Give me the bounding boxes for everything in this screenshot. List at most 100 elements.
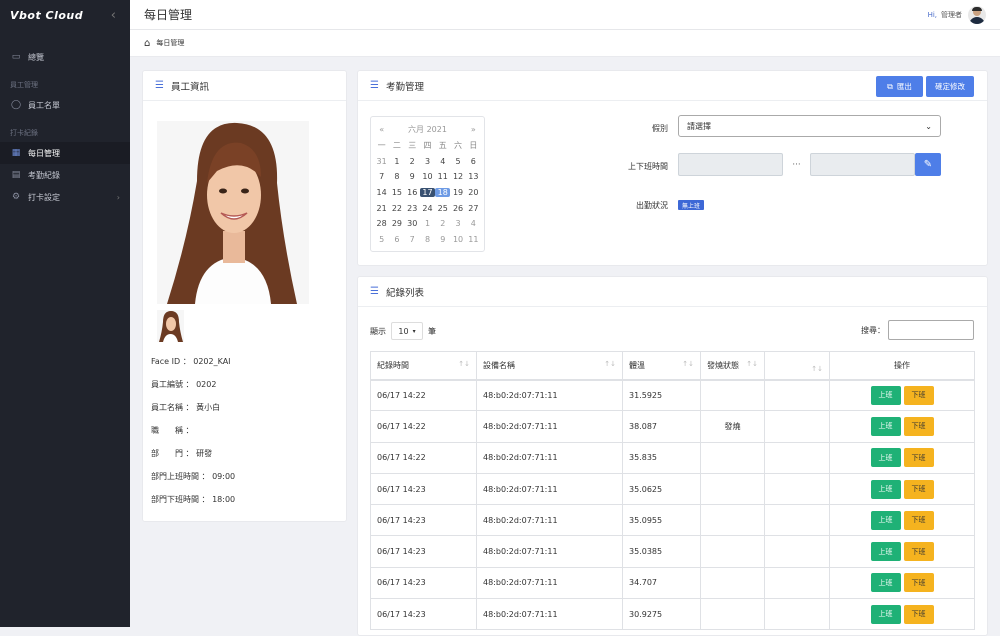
clock-in-button[interactable]: 上班 <box>870 385 901 405</box>
calendar-day[interactable]: 14 <box>374 188 389 197</box>
clock-out-button[interactable]: 下班 <box>903 385 934 405</box>
calendar-day[interactable]: 1 <box>389 157 404 166</box>
avatar[interactable] <box>968 5 986 24</box>
home-icon[interactable]: ⌂ <box>144 38 150 49</box>
pencil-icon[interactable]: ✎ <box>915 153 941 176</box>
clock-in-button[interactable]: 上班 <box>870 448 901 468</box>
user-menu[interactable]: Hi, 管理者 <box>928 5 986 24</box>
clock-in-button[interactable]: 上班 <box>870 479 901 499</box>
calendar-day[interactable]: 25 <box>435 204 450 213</box>
column-header-fever[interactable]: 發燒狀態 ↑↓ <box>700 351 765 381</box>
calendar-day[interactable]: 11 <box>435 172 450 181</box>
calendar-day[interactable]: 10 <box>450 235 465 244</box>
search-input[interactable] <box>888 320 974 340</box>
column-header-time[interactable]: 紀錄時間 ↑↓ <box>370 351 477 381</box>
logo: Vbot Cloud ‹ <box>0 0 130 30</box>
clock-out-button[interactable]: 下班 <box>903 542 934 562</box>
calendar-day[interactable]: 20 <box>466 188 481 197</box>
page-length-select[interactable]: 10 ▾ <box>391 322 423 340</box>
cell-actions: 上班 下班 <box>829 566 975 600</box>
page-length-show: 顯示 <box>370 326 386 336</box>
employee-name: 員工名稱 ： 黃小白 <box>151 403 221 412</box>
calendar-day[interactable]: 6 <box>389 235 404 244</box>
calendar-day[interactable]: 6 <box>466 157 481 166</box>
clock-out-button[interactable]: 下班 <box>903 416 934 436</box>
clock-out-button[interactable]: 下班 <box>903 448 934 468</box>
calendar-day[interactable]: 22 <box>389 204 404 213</box>
calendar-day[interactable]: 2 <box>435 219 450 228</box>
leave-select[interactable]: 請選擇 ⌄ <box>678 115 941 137</box>
calendar-weekday: 二 <box>392 141 401 151</box>
calendar-day[interactable]: 1 <box>420 219 435 228</box>
clock-in-button[interactable]: 上班 <box>870 542 901 562</box>
export-button[interactable]: ⧉ 匯出 <box>876 76 923 97</box>
sidebar-item-employee-list[interactable]: ◯ 員工名單 <box>0 94 130 116</box>
shift-end-input[interactable] <box>810 153 915 176</box>
calendar-day[interactable]: 10 <box>420 172 435 181</box>
sidebar-item-overview[interactable]: ▭ 總覽 <box>0 46 130 68</box>
calendar-day[interactable]: 8 <box>420 235 435 244</box>
calendar-day[interactable]: 24 <box>420 204 435 213</box>
cell-fever <box>700 504 765 537</box>
employee-thumbnail[interactable] <box>157 310 184 342</box>
column-header-blank[interactable]: ↑↓ <box>764 351 830 381</box>
calendar-day[interactable]: 7 <box>405 235 420 244</box>
calendar-day[interactable]: 8 <box>389 172 404 181</box>
calendar-week: 21 22 23 24 25 26 27 <box>374 200 481 216</box>
clock-out-button[interactable]: 下班 <box>903 573 934 593</box>
calendar-day[interactable]: 11 <box>466 235 481 244</box>
calendar-weekday: 三 <box>408 141 417 151</box>
calendar-day[interactable]: 7 <box>374 172 389 181</box>
clock-out-button[interactable]: 下班 <box>903 510 934 530</box>
employee-number: 員工編號 ： 0202 <box>151 380 217 389</box>
clock-out-button[interactable]: 下班 <box>903 604 934 624</box>
collapse-sidebar-icon[interactable]: ‹ <box>111 8 116 23</box>
calendar-day[interactable]: 23 <box>405 204 420 213</box>
calendar-day[interactable]: 4 <box>466 219 481 228</box>
calendar-day[interactable]: 2 <box>405 157 420 166</box>
clock-in-button[interactable]: 上班 <box>870 510 901 530</box>
calendar-day[interactable]: 19 <box>450 188 465 197</box>
shift-start-input[interactable] <box>678 153 783 176</box>
calendar-next[interactable]: » <box>466 125 481 134</box>
calendar-day[interactable]: 9 <box>435 235 450 244</box>
calendar-day[interactable]: 5 <box>450 157 465 166</box>
cell-blank <box>764 566 830 600</box>
clock-in-button[interactable]: 上班 <box>870 573 901 593</box>
sidebar-item-attendance-records[interactable]: ▤ 考勤紀錄 <box>0 164 130 186</box>
calendar-day[interactable]: 30 <box>405 219 420 228</box>
calendar-day[interactable]: 27 <box>466 204 481 213</box>
calendar-day[interactable]: 21 <box>374 204 389 213</box>
clock-in-button[interactable]: 上班 <box>870 604 901 624</box>
cell-device: 48:b0:2d:07:71:11 <box>476 410 623 443</box>
calendar-day[interactable]: 3 <box>450 219 465 228</box>
calendar-day[interactable]: 17 <box>419 188 436 198</box>
calendar-day[interactable]: 15 <box>389 188 404 197</box>
calendar-day[interactable]: 16 <box>405 188 420 197</box>
column-header-device[interactable]: 設備名稱 ↑↓ <box>476 351 623 381</box>
sidebar-item-daily[interactable]: ▦ 每日管理 <box>0 142 130 164</box>
cell-time: 06/17 14:22 <box>370 441 477 474</box>
calendar-day[interactable]: 4 <box>435 157 450 166</box>
calendar-prev[interactable]: « <box>374 125 389 134</box>
cell-blank <box>764 378 830 412</box>
calendar-day[interactable]: 13 <box>466 172 481 181</box>
calendar-day[interactable]: 3 <box>420 157 435 166</box>
calendar-day[interactable]: 18 <box>435 188 451 198</box>
calendar-day[interactable]: 28 <box>374 219 389 228</box>
cell-device: 48:b0:2d:07:71:11 <box>476 472 623 506</box>
calendar-day[interactable]: 29 <box>389 219 404 228</box>
column-header-temperature[interactable]: 體溫 ↑↓ <box>622 351 701 381</box>
calendar-day[interactable]: 26 <box>450 204 465 213</box>
calendar-day[interactable]: 5 <box>374 235 389 244</box>
clock-in-button[interactable]: 上班 <box>870 416 901 436</box>
calendar-day[interactable]: 9 <box>405 172 420 181</box>
calendar-title[interactable]: 六月 2021 <box>389 124 465 135</box>
breadcrumb-current: 每日管理 <box>156 39 185 47</box>
cell-time: 06/17 14:23 <box>370 472 477 506</box>
calendar-day[interactable]: 31 <box>374 157 389 166</box>
sidebar-item-punch-settings[interactable]: ⚙ 打卡設定 › <box>0 186 130 208</box>
clock-out-button[interactable]: 下班 <box>903 479 934 499</box>
calendar-day[interactable]: 12 <box>450 172 465 181</box>
confirm-edit-button[interactable]: 確定修改 <box>926 76 974 97</box>
